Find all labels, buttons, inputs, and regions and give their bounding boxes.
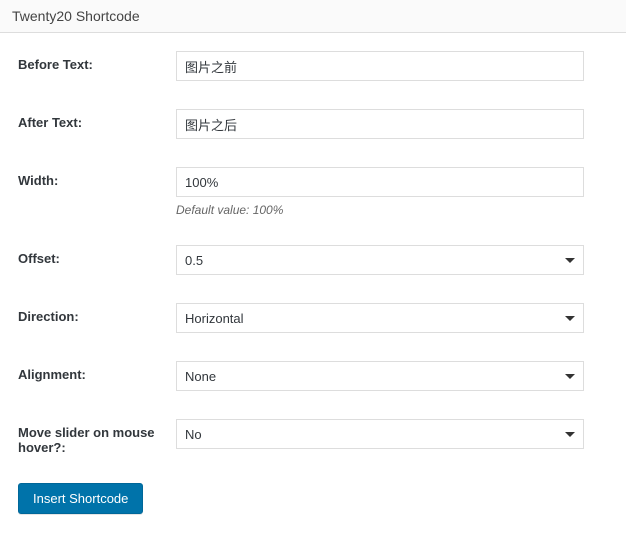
field-hover: Move slider on mouse hover?: No [18, 419, 608, 455]
before-text-input[interactable] [176, 51, 584, 81]
direction-select[interactable]: Horizontal [176, 303, 584, 333]
after-text-input[interactable] [176, 109, 584, 139]
width-wrap: Default value: 100% [176, 167, 584, 217]
offset-label: Offset: [18, 245, 176, 266]
direction-label: Direction: [18, 303, 176, 324]
field-before-text: Before Text: [18, 51, 608, 81]
before-text-label: Before Text: [18, 51, 176, 72]
alignment-label: Alignment: [18, 361, 176, 382]
hover-label: Move slider on mouse hover?: [18, 419, 176, 455]
width-input[interactable] [176, 167, 584, 197]
button-row: Insert Shortcode [18, 483, 608, 514]
insert-shortcode-button[interactable]: Insert Shortcode [18, 483, 143, 514]
alignment-wrap: None [176, 361, 584, 391]
before-text-wrap [176, 51, 584, 81]
after-text-wrap [176, 109, 584, 139]
hover-wrap: No [176, 419, 584, 449]
field-alignment: Alignment: None [18, 361, 608, 391]
panel-body: Before Text: After Text: Width: Default … [0, 33, 626, 538]
panel-title: Twenty20 Shortcode [0, 0, 626, 33]
field-width: Width: Default value: 100% [18, 167, 608, 217]
alignment-select[interactable]: None [176, 361, 584, 391]
offset-select[interactable]: 0.5 [176, 245, 584, 275]
after-text-label: After Text: [18, 109, 176, 130]
width-label: Width: [18, 167, 176, 188]
field-after-text: After Text: [18, 109, 608, 139]
direction-wrap: Horizontal [176, 303, 584, 333]
hover-select[interactable]: No [176, 419, 584, 449]
offset-wrap: 0.5 [176, 245, 584, 275]
field-offset: Offset: 0.5 [18, 245, 608, 275]
field-direction: Direction: Horizontal [18, 303, 608, 333]
width-help: Default value: 100% [176, 203, 584, 217]
